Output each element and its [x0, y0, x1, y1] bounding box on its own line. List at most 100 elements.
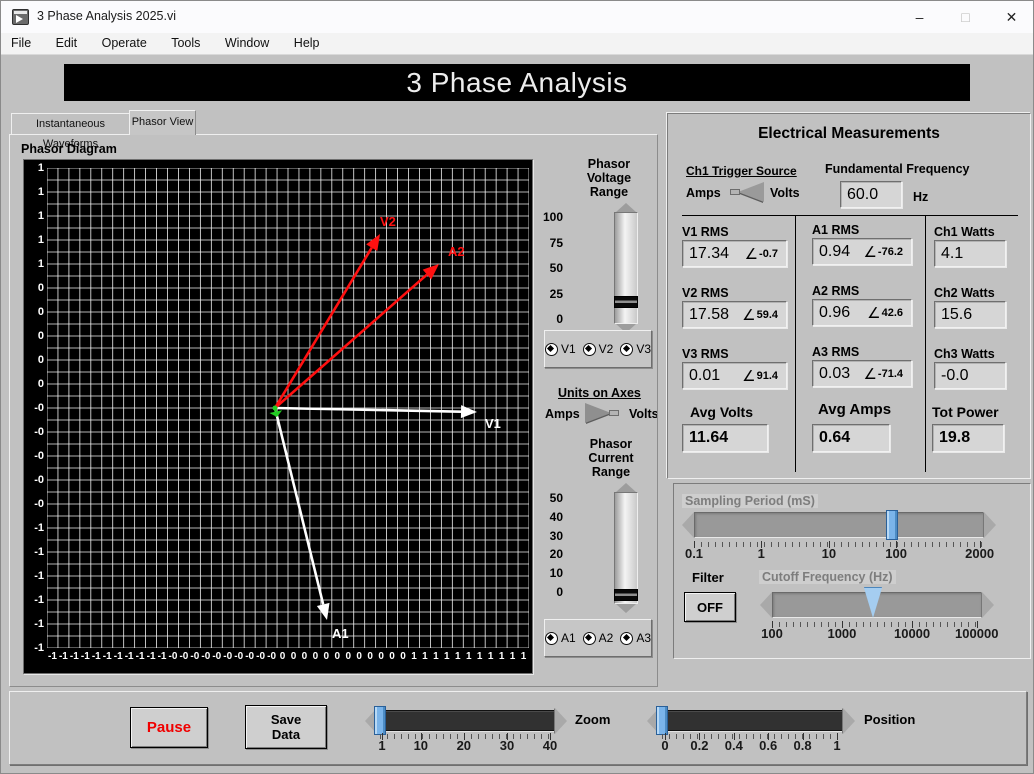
angle-value: -0.7 — [759, 248, 778, 260]
angle-icon: ∠ — [867, 304, 880, 322]
pause-button[interactable]: Pause — [130, 707, 208, 748]
v2-rms-angle: ∠59.4 — [742, 306, 778, 324]
frequency-unit: Hz — [913, 190, 928, 204]
slider-scale-label: 10000 — [894, 626, 930, 641]
tab-instantaneous-waveforms[interactable]: Instantaneous Waveforms — [11, 113, 130, 134]
zoom-slider-thumb[interactable] — [374, 706, 386, 735]
trigger-toggle-switch[interactable] — [738, 182, 764, 202]
menu-edit[interactable]: Edit — [46, 33, 88, 50]
avg-volts-label: Avg Volts — [690, 404, 753, 420]
minor-ticks — [694, 542, 984, 547]
zoom-label: Zoom — [575, 712, 610, 727]
zoom-slider-track[interactable] — [377, 710, 555, 731]
a1-rms-angle: ∠-76.2 — [863, 243, 903, 261]
ch3-watts-display: -0.0 — [934, 362, 1006, 389]
filter-label: Filter — [692, 570, 724, 585]
sampling-panel: Sampling Period (mS) 0.1 1 10 100 2000 Filte… — [673, 483, 1031, 659]
v3-rms-label: V3 RMS — [682, 347, 729, 361]
ch3-watts-value: -0.0 — [941, 367, 969, 385]
maximize-button[interactable]: □ — [943, 1, 988, 33]
measurements-title: Electrical Measurements — [668, 125, 1030, 143]
tab-phasor-view[interactable]: Phasor View — [129, 110, 196, 135]
menu-tools[interactable]: Tools — [161, 33, 210, 50]
menu-operate[interactable]: Operate — [92, 33, 157, 50]
minor-ticks — [772, 622, 982, 627]
menu-help[interactable]: Help — [284, 33, 330, 50]
save-data-line1: Save — [271, 712, 301, 727]
divider — [682, 215, 1018, 216]
slider-right-arrow[interactable] — [982, 592, 994, 618]
angle-value: -76.2 — [878, 246, 903, 258]
minimize-button[interactable]: – — [897, 1, 942, 33]
slider-scale-label: 10 — [822, 546, 836, 561]
save-data-button[interactable]: Save Data — [245, 705, 327, 749]
slider-right-arrow[interactable] — [843, 708, 855, 734]
filter-off-button[interactable]: OFF — [684, 592, 736, 622]
menu-bar: File Edit Operate Tools Window Help — [1, 33, 1034, 55]
slider-scale-label: 2000 — [965, 546, 994, 561]
minor-ticks — [662, 734, 840, 739]
trigger-amps-label: Amps — [686, 186, 721, 200]
slider-scale-label: 30 — [500, 738, 514, 753]
a1-rms-label: A1 RMS — [812, 223, 859, 237]
slider-scale-label: 0.1 — [685, 546, 703, 561]
slider-right-arrow[interactable] — [984, 512, 996, 538]
v2-rms-label: V2 RMS — [682, 286, 729, 300]
a3-rms-display: 0.03 ∠-71.4 — [812, 360, 912, 387]
menu-window[interactable]: Window — [215, 33, 279, 50]
angle-icon: ∠ — [742, 306, 755, 324]
angle-icon: ∠ — [745, 245, 758, 263]
slider-left-arrow[interactable] — [682, 512, 694, 538]
v2-rms-value: 17.58 — [689, 306, 729, 324]
slider-scale-label: 100000 — [955, 626, 998, 641]
angle-value: 91.4 — [757, 370, 778, 382]
position-slider-thumb[interactable] — [656, 706, 668, 735]
window-title: 3 Phase Analysis 2025.vi — [37, 9, 176, 23]
ch2-watts-label: Ch2 Watts — [934, 286, 995, 300]
slider-scale-label: 0.4 — [725, 738, 743, 753]
sampling-period-label: Sampling Period (mS) — [682, 494, 818, 508]
slider-scale-label: 40 — [543, 738, 557, 753]
a3-rms-value: 0.03 — [819, 365, 850, 383]
slider-right-arrow[interactable] — [555, 708, 567, 734]
a2-rms-value: 0.96 — [819, 304, 850, 322]
switch-arrow-icon — [738, 182, 764, 202]
electrical-measurements-panel: Electrical Measurements Ch1 Trigger Sour… — [667, 113, 1031, 479]
divider — [925, 215, 926, 472]
tot-power-value: 19.8 — [939, 429, 970, 447]
v1-rms-value: 17.34 — [689, 245, 729, 263]
cutoff-slider-thumb[interactable] — [864, 588, 882, 618]
v3-rms-display: 0.01 ∠91.4 — [682, 362, 787, 389]
tot-power-label: Tot Power — [932, 404, 999, 420]
slider-scale-label: 1000 — [827, 626, 856, 641]
a1-rms-value: 0.94 — [819, 243, 850, 261]
v3-rms-angle: ∠91.4 — [742, 367, 778, 385]
position-slider-track[interactable] — [659, 710, 843, 731]
slider-left-arrow[interactable] — [760, 592, 772, 618]
tot-power-display: 19.8 — [932, 424, 1004, 452]
sampling-slider-thumb[interactable] — [886, 510, 898, 540]
cutoff-frequency-label: Cutoff Frequency (Hz) — [759, 570, 896, 584]
fundamental-frequency-label: Fundamental Frequency — [825, 162, 969, 176]
slider-scale-label: 100 — [761, 626, 783, 641]
v1-rms-angle: ∠-0.7 — [745, 245, 778, 263]
close-button[interactable]: ✕ — [989, 1, 1034, 33]
menu-file[interactable]: File — [1, 33, 41, 50]
ch2-watts-display: 15.6 — [934, 301, 1006, 328]
angle-value: 42.6 — [882, 307, 903, 319]
slider-scale-label: 1 — [758, 546, 765, 561]
banner: 3 Phase Analysis — [64, 64, 970, 101]
slider-scale-label: 0.6 — [759, 738, 777, 753]
angle-value: -71.4 — [878, 368, 903, 380]
slider-scale-label: 0.8 — [794, 738, 812, 753]
angle-icon: ∠ — [742, 367, 755, 385]
ch1-watts-label: Ch1 Watts — [934, 225, 995, 239]
angle-icon: ∠ — [863, 243, 876, 261]
ch1-watts-value: 4.1 — [941, 245, 963, 263]
angle-value: 59.4 — [757, 309, 778, 321]
sampling-slider-track[interactable] — [694, 512, 984, 538]
position-label: Position — [864, 712, 915, 727]
v1-rms-label: V1 RMS — [682, 225, 729, 239]
labview-vi-icon — [12, 9, 29, 25]
slider-scale-label: 10 — [414, 738, 428, 753]
